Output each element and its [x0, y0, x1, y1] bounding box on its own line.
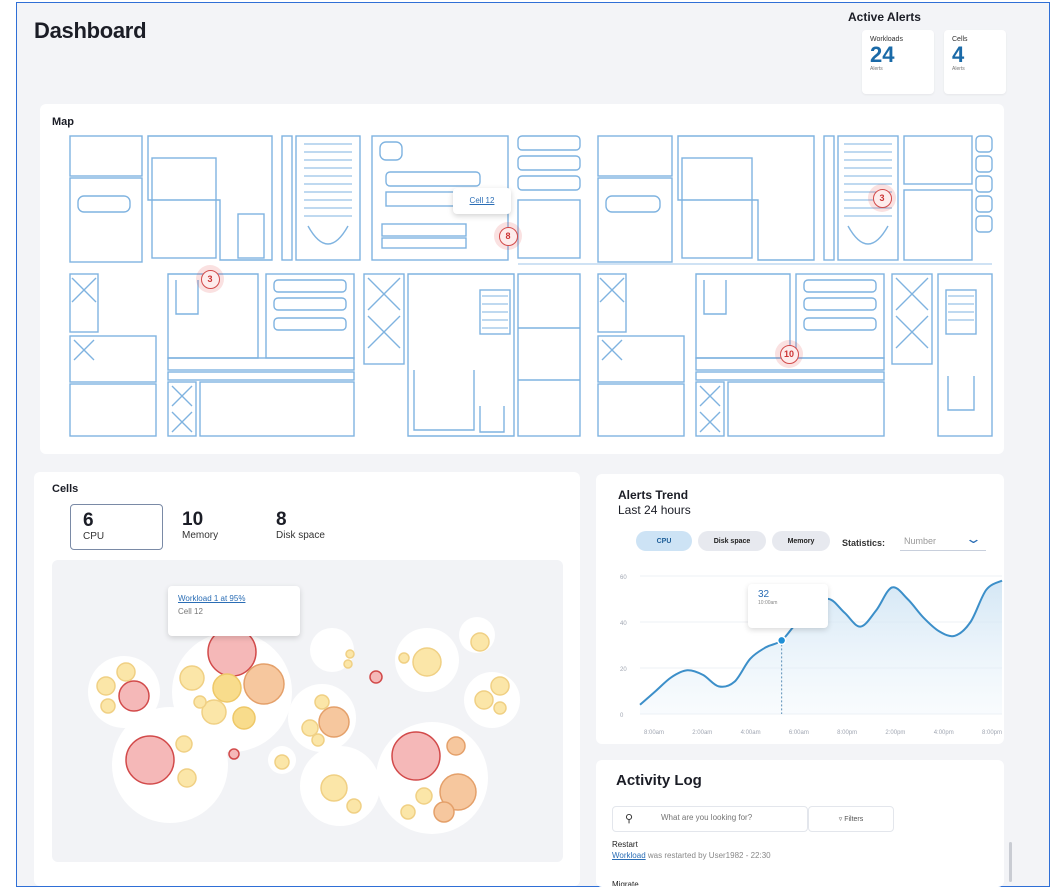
map-cell-tooltip[interactable]: Cell 12 [453, 188, 511, 214]
cells-stat-memory[interactable]: 10 Memory [170, 504, 256, 550]
workload-tooltip-cell: Cell 12 [178, 607, 203, 616]
trend-y-tick: 20 [620, 667, 627, 673]
cells-stat-value: 10 [182, 509, 204, 530]
floor-plan-map[interactable] [52, 130, 996, 442]
trend-y-tick: 40 [620, 621, 627, 627]
search-icon: ⚲ [625, 813, 634, 825]
active-alerts-title: Active Alerts [848, 10, 921, 24]
activity-log-entry: Restart Workload was restarted by User19… [612, 840, 992, 860]
trend-y-tick: 0 [620, 713, 624, 719]
statistics-select[interactable]: Number [904, 536, 936, 546]
map-alert-count: 10 [779, 344, 799, 364]
chevron-down-icon[interactable]: ⌄ [965, 531, 982, 547]
cells-stat-label: CPU [83, 531, 105, 542]
activity-search[interactable]: ⚲ [612, 806, 808, 832]
map-title: Map [52, 116, 74, 128]
cells-alert-card[interactable]: Cells 4 Alerts [944, 30, 1006, 94]
trend-x-tick: 8:00pm [982, 730, 1002, 736]
activity-log-title: Activity Log [616, 772, 702, 789]
map-alert-pin-2[interactable]: 8 [494, 222, 522, 250]
cells-title: Cells [52, 483, 79, 495]
log-entry-detail: Workload was restarted by User1982 - 22:… [612, 851, 992, 860]
log-entry-link[interactable]: Workload [612, 851, 646, 860]
workloads-alert-count: 24 [870, 42, 895, 67]
trend-x-tick: 8:00am [644, 730, 664, 736]
map-alert-pin-3[interactable]: 3 [868, 184, 896, 212]
tab-cpu[interactable]: CPU [636, 531, 692, 551]
trend-tooltip-time: 10:00am [758, 600, 778, 606]
tab-memory[interactable]: Memory [772, 531, 830, 551]
cells-bubble-chart[interactable] [52, 560, 563, 862]
page-title: Dashboard [34, 18, 147, 43]
cells-alert-count: 4 [952, 42, 965, 67]
trend-x-tick: 2:00pm [885, 730, 905, 736]
search-input[interactable] [661, 813, 801, 822]
workloads-alert-sub: Alerts [870, 66, 883, 72]
filters-button[interactable]: ▿ Filters [808, 806, 894, 832]
cells-stat-label: Disk space [276, 530, 325, 541]
log-entry-text: was restarted by User1982 - 22:30 [645, 851, 771, 860]
cells-stat-value: 8 [276, 509, 287, 530]
map-alert-count: 3 [200, 269, 220, 289]
workloads-alert-card[interactable]: Workloads 24 Alerts [862, 30, 934, 94]
trend-x-tick: 2:00am [692, 730, 712, 736]
cells-alert-sub: Alerts [952, 66, 965, 72]
map-alert-count: 8 [498, 226, 518, 246]
trend-marker[interactable] [776, 635, 787, 646]
filters-label: Filters [844, 815, 864, 823]
cells-stat-cpu[interactable]: 6 CPU [70, 504, 163, 550]
workload-tooltip[interactable]: Workload 1 at 95% Cell 12 [168, 586, 300, 636]
trend-x-tick: 4:00pm [934, 730, 954, 736]
trend-x-tick: 6:00am [789, 730, 809, 736]
log-entry-title: Restart [612, 840, 638, 849]
cells-stat-value: 6 [83, 510, 94, 531]
statistics-underline [900, 550, 986, 551]
trend-tooltip-value: 32 [758, 589, 770, 600]
activity-log-scrollbar[interactable] [1009, 842, 1012, 882]
alerts-trend-subtitle: Last 24 hours [618, 503, 691, 517]
log-entry-next-title: Migrate [612, 880, 639, 886]
trend-y-tick: 60 [620, 575, 627, 581]
map-alert-pin-1[interactable]: 3 [196, 265, 224, 293]
tab-disk-space[interactable]: Disk space [698, 531, 766, 551]
alerts-trend-title: Alerts Trend [618, 488, 689, 502]
cells-stat-disk-space[interactable]: 8 Disk space [264, 504, 356, 550]
workload-tooltip-title[interactable]: Workload 1 at 95% [178, 594, 290, 603]
cells-stat-label: Memory [182, 530, 219, 541]
trend-tooltip: 32 10:00am [748, 584, 828, 628]
map-alert-pin-4[interactable]: 10 [775, 340, 803, 368]
map-alert-count: 3 [872, 188, 892, 208]
trend-x-tick: 4:00am [741, 730, 761, 736]
statistics-label: Statistics: [842, 538, 886, 548]
trend-x-tick: 8:00pm [837, 730, 857, 736]
